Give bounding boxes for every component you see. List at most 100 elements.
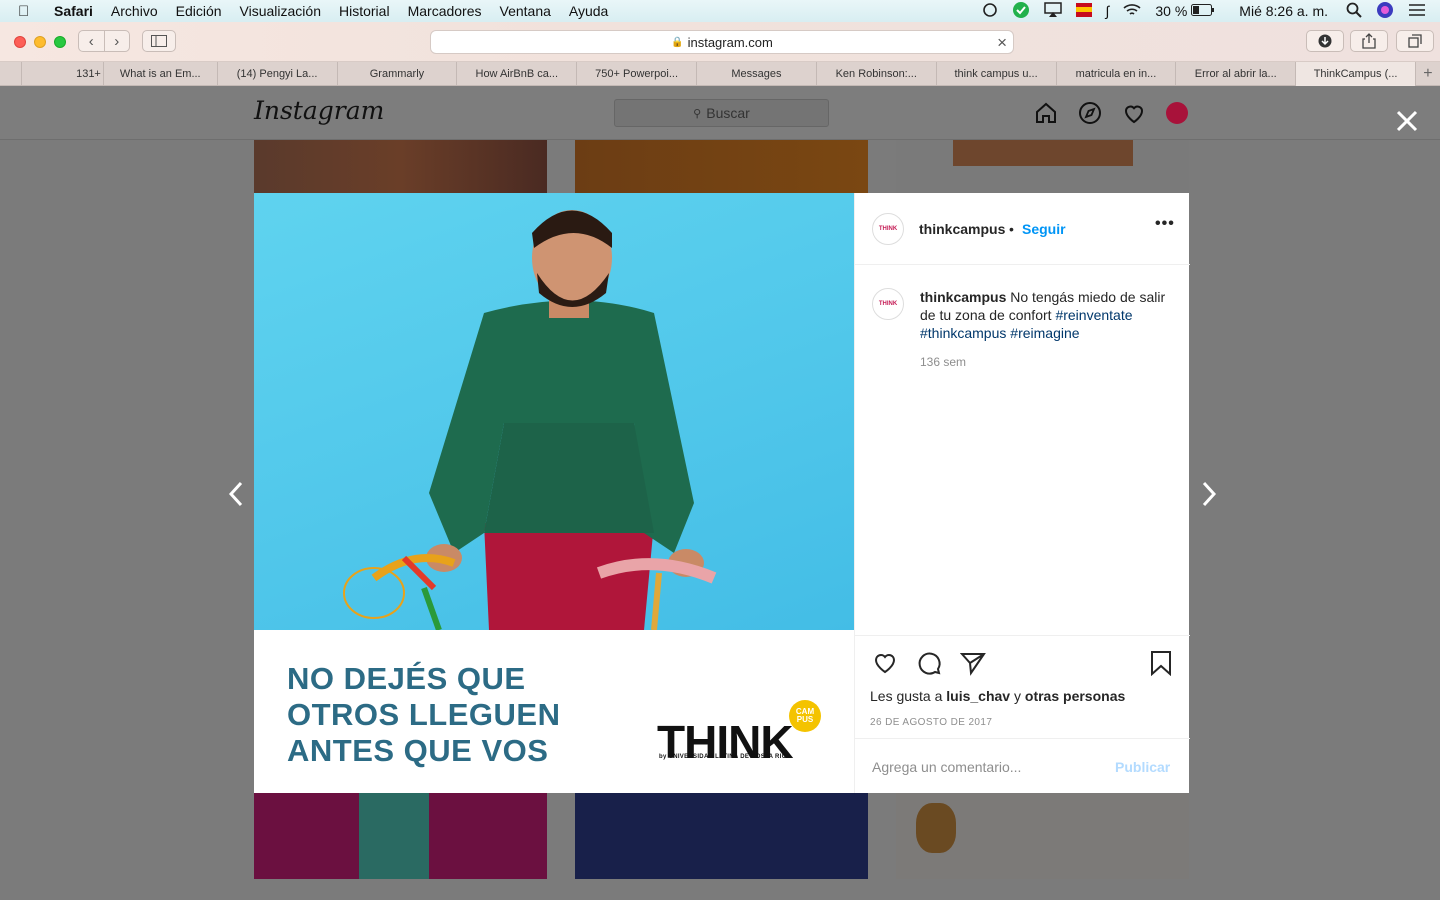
downloads-button[interactable]	[1306, 30, 1344, 52]
grid-thumbnail[interactable]	[575, 140, 868, 193]
follow-button[interactable]: Seguir	[1022, 221, 1066, 237]
menu-archivo[interactable]: Archivo	[111, 3, 158, 19]
tab-overview-button[interactable]	[1396, 30, 1434, 52]
hashtag-link[interactable]: #reinventate	[1055, 307, 1132, 323]
likes-prefix: Les gusta a	[870, 688, 943, 704]
new-tab-button[interactable]: +	[1416, 62, 1440, 86]
grid-thumbnail[interactable]	[254, 140, 547, 193]
tab-item[interactable]: matricula en in...	[1057, 62, 1177, 86]
tab-item[interactable]: 750+ Powerpoi...	[577, 62, 698, 86]
caption-avatar[interactable]: THINK	[872, 288, 904, 320]
tab-item[interactable]: Ken Robinson:...	[817, 62, 937, 86]
tab-item[interactable]: What is an Em...	[104, 62, 218, 86]
tab-item-active[interactable]: ThinkCampus (...	[1296, 62, 1416, 86]
share-send-icon[interactable]	[959, 650, 986, 676]
author-avatar[interactable]: THINK	[872, 213, 904, 245]
save-bookmark-icon[interactable]	[1148, 650, 1174, 677]
tab-item[interactable]: Messages	[697, 62, 817, 86]
browser-toolbar: ‹ › 🔒 instagram.com ×	[0, 22, 1440, 62]
comment-icon[interactable]	[916, 650, 942, 676]
post-modal: NO DEJÉS QUE OTROS LLEGUEN ANTES QUE VOS…	[254, 193, 1190, 793]
hashtag-link[interactable]: #reimagine	[1010, 325, 1079, 341]
battery-icon[interactable]	[1191, 3, 1215, 19]
tab-item[interactable]: Grammarly	[338, 62, 458, 86]
menu-visualizacion[interactable]: Visualización	[240, 3, 321, 19]
likes-summary: Les gusta a luis_chav y otras personas	[870, 688, 1125, 704]
close-modal-icon[interactable]	[1394, 108, 1420, 134]
download-icon	[1318, 34, 1332, 48]
clock[interactable]: Mié 8:26 a. m.	[1239, 3, 1328, 19]
grid-thumbnail[interactable]	[575, 793, 868, 879]
clear-url-icon[interactable]: ×	[997, 33, 1007, 53]
search-placeholder: Buscar	[706, 105, 750, 121]
grid-thumbnail[interactable]	[896, 793, 1189, 879]
publish-button[interactable]: Publicar	[1115, 759, 1170, 775]
likes-user-link[interactable]: luis_chav	[946, 688, 1010, 704]
menu-ayuda[interactable]: Ayuda	[569, 3, 608, 19]
grid-thumbnail[interactable]	[896, 140, 1189, 193]
separator-dot: •	[1009, 221, 1014, 237]
sidebar-icon	[151, 35, 167, 47]
more-options-icon[interactable]: •••	[1155, 215, 1175, 233]
profile-avatar[interactable]	[1166, 102, 1188, 124]
likes-join: y	[1014, 688, 1021, 704]
comment-input[interactable]: Agrega un comentario...	[872, 759, 1021, 775]
battery-percent[interactable]: 30 %	[1155, 3, 1187, 19]
slogan-line: OTROS LLEGUEN	[287, 697, 561, 732]
creative-cloud-icon[interactable]	[982, 2, 998, 21]
grammarly-check-icon[interactable]	[1012, 1, 1030, 22]
url-text: instagram.com	[687, 34, 773, 50]
search-input[interactable]: ⚲ Buscar	[614, 99, 829, 127]
window-close-button[interactable]	[14, 36, 26, 48]
share-icon	[1362, 33, 1376, 49]
plus-icon: +	[1423, 65, 1433, 82]
window-minimize-button[interactable]	[34, 36, 46, 48]
window-zoom-button[interactable]	[54, 36, 66, 48]
tab-item[interactable]: (14) Pengyi La...	[218, 62, 338, 86]
share-button[interactable]	[1350, 30, 1388, 52]
bluetooth-icon[interactable]: ∫	[1106, 3, 1110, 19]
airplay-icon[interactable]	[1043, 1, 1062, 21]
keyboard-flag-icon[interactable]	[1075, 2, 1092, 20]
notification-center-icon[interactable]	[1408, 3, 1426, 20]
activity-heart-icon[interactable]	[1121, 100, 1147, 126]
address-bar[interactable]: 🔒 instagram.com ×	[430, 30, 1014, 54]
post-image[interactable]: NO DEJÉS QUE OTROS LLEGUEN ANTES QUE VOS…	[254, 193, 854, 793]
home-icon[interactable]	[1033, 100, 1059, 126]
tabs-icon	[1408, 34, 1422, 48]
slogan-line: ANTES QUE VOS	[287, 733, 549, 768]
tab-pinned[interactable]	[0, 62, 22, 86]
grid-thumbnail[interactable]	[254, 793, 547, 879]
slogan-line: NO DEJÉS QUE	[287, 661, 526, 696]
previous-post-chevron-icon[interactable]	[226, 480, 246, 508]
menu-app-safari[interactable]: Safari	[54, 3, 93, 19]
siri-icon[interactable]	[1376, 1, 1394, 22]
sidebar-toggle-button[interactable]	[142, 30, 176, 52]
tab-item[interactable]: Error al abrir la...	[1176, 62, 1297, 86]
man-on-bicycle-illustration	[343, 210, 717, 630]
hashtag-link[interactable]: #thinkcampus	[920, 325, 1006, 341]
back-button[interactable]: ‹	[79, 31, 105, 51]
menu-edicion[interactable]: Edición	[176, 3, 222, 19]
think-logo-text: THINK	[657, 716, 794, 768]
like-heart-icon[interactable]	[872, 650, 898, 676]
likes-others-link[interactable]: otras personas	[1025, 688, 1125, 704]
spotlight-search-icon[interactable]	[1346, 2, 1362, 21]
tab-item[interactable]: think campus u...	[937, 62, 1057, 86]
apple-menu-icon[interactable]: 	[18, 3, 40, 20]
wifi-icon[interactable]	[1123, 3, 1141, 20]
forward-button[interactable]: ›	[105, 31, 130, 51]
explore-icon[interactable]	[1077, 100, 1103, 126]
tab-item[interactable]: How AirBnB ca...	[457, 62, 578, 86]
tab-item[interactable]: 131+	[22, 62, 104, 86]
next-post-chevron-icon[interactable]	[1199, 480, 1219, 508]
caption-timestamp[interactable]: 136 sem	[920, 355, 966, 369]
instagram-logo[interactable]: Instagram	[254, 96, 384, 125]
menu-historial[interactable]: Historial	[339, 3, 390, 19]
menu-ventana[interactable]: Ventana	[500, 3, 551, 19]
author-username[interactable]: thinkcampus	[919, 221, 1005, 237]
tab-bar: 131+ What is an Em... (14) Pengyi La... …	[0, 62, 1440, 86]
post-date[interactable]: 26 DE AGOSTO DE 2017	[870, 717, 992, 728]
caption-username[interactable]: thinkcampus	[920, 289, 1006, 305]
menu-marcadores[interactable]: Marcadores	[408, 3, 482, 19]
